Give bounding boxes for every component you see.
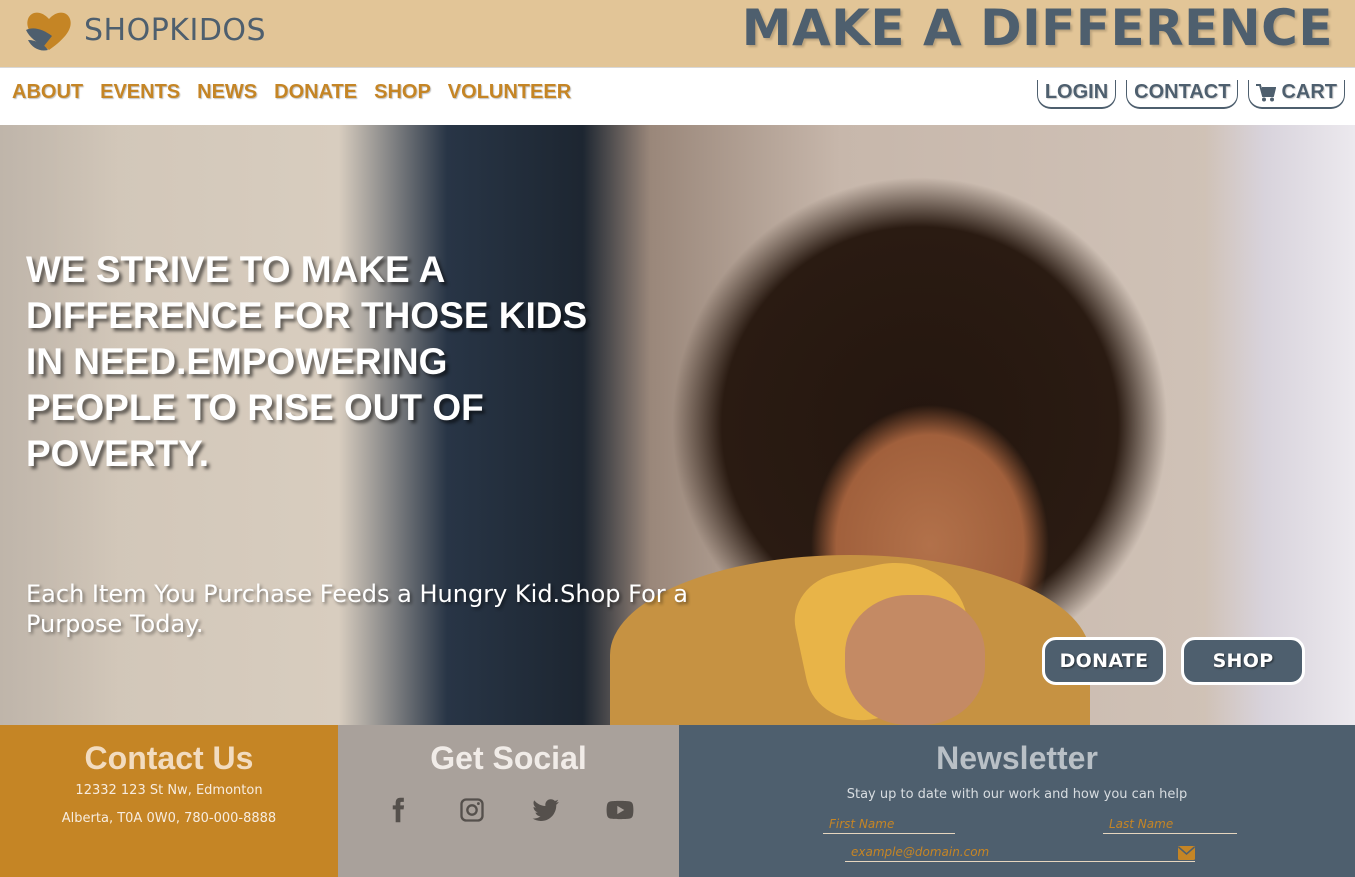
login-button[interactable]: LOGIN	[1036, 80, 1117, 109]
first-name-field[interactable]: First Name	[823, 817, 955, 834]
newsletter-description: Stay up to date with our work and how yo…	[846, 787, 1188, 802]
hero-photo-curtain-right	[1205, 125, 1355, 725]
nav-shop[interactable]: SHOP	[374, 81, 431, 104]
main-nav: ABOUT EVENTS NEWS DONATE SHOP VOLUNTEER …	[0, 67, 1355, 125]
email-field[interactable]: example@domain.com	[845, 845, 1195, 862]
nav-events[interactable]: EVENTS	[100, 81, 180, 104]
social-icons	[338, 795, 679, 825]
nav-volunteer[interactable]: VOLUNTEER	[448, 81, 571, 104]
contact-button[interactable]: CONTACT	[1126, 80, 1239, 109]
cart-icon	[1256, 83, 1277, 101]
heart-hands-logo-icon	[26, 12, 71, 51]
footer-newsletter: Newsletter Stay up to date with our work…	[679, 725, 1355, 877]
envelope-icon[interactable]	[1178, 846, 1195, 860]
cart-label: CART	[1281, 81, 1337, 103]
nav-news[interactable]: NEWS	[197, 81, 257, 104]
last-name-field[interactable]: Last Name	[1103, 817, 1237, 834]
logo[interactable]: SHOPKIDOS	[22, 6, 266, 54]
donate-button[interactable]: DONATE	[1042, 637, 1166, 685]
youtube-icon[interactable]	[605, 795, 635, 825]
nav-donate[interactable]: DONATE	[274, 81, 357, 104]
login-label: LOGIN	[1044, 81, 1109, 103]
contact-title: Contact Us	[84, 740, 254, 776]
hero-photo-hand	[845, 595, 985, 725]
shop-button[interactable]: SHOP	[1181, 637, 1305, 685]
hero-actions: DONATE SHOP	[1042, 637, 1305, 685]
footer-social: Get Social	[338, 725, 679, 877]
facebook-icon[interactable]	[383, 795, 413, 825]
newsletter-title: Newsletter	[936, 740, 1098, 776]
instagram-icon[interactable]	[457, 795, 487, 825]
hero-title: WE STRIVE TO MAKE A DIFFERENCE FOR THOSE…	[26, 249, 588, 474]
top-banner: SHOPKIDOS MAKE A DIFFERENCE	[0, 0, 1355, 67]
hero-banner: WE STRIVE TO MAKE A DIFFERENCE FOR THOSE…	[0, 125, 1355, 725]
tagline: MAKE A DIFFERENCE	[741, 0, 1333, 57]
hero-subtitle: Each Item You Purchase Feeds a Hungry Ki…	[26, 580, 689, 638]
footer-contact: Contact Us 12332 123 St Nw, Edmonton Alb…	[0, 725, 338, 877]
social-title: Get Social	[430, 740, 587, 776]
cart-button[interactable]: CART	[1248, 80, 1345, 109]
contact-address-line1: 12332 123 St Nw, Edmonton	[75, 783, 263, 798]
nav-links: ABOUT EVENTS NEWS DONATE SHOP VOLUNTEER	[12, 81, 571, 104]
nav-about[interactable]: ABOUT	[12, 81, 83, 104]
twitter-icon[interactable]	[531, 795, 561, 825]
brand-name: SHOPKIDOS	[84, 12, 267, 48]
contact-address-line2: Alberta, T0A 0W0, 780-000-8888	[61, 811, 277, 826]
footer: Contact Us 12332 123 St Nw, Edmonton Alb…	[0, 725, 1355, 877]
account-nav: LOGIN CONTACT CART	[1036, 80, 1345, 109]
contact-label: CONTACT	[1134, 81, 1231, 103]
